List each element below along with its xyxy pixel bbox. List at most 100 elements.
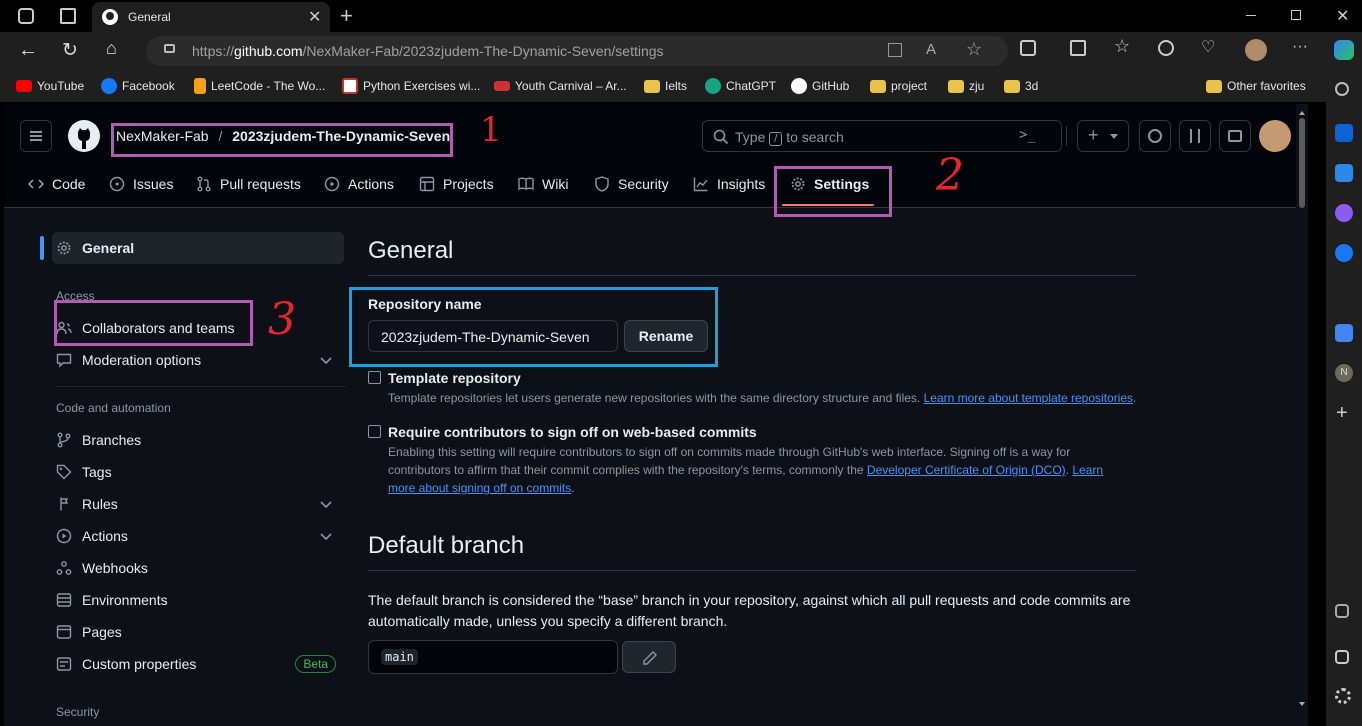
chevron-down-icon [320,501,332,509]
favorite-item[interactable]: zju [948,78,984,94]
scroll-up-icon[interactable] [1299,108,1305,115]
extensions-icon[interactable] [1020,40,1036,56]
dco-link[interactable]: Developer Certificate of Origin (DCO) [867,463,1066,477]
profile-n-icon[interactable]: N [1335,364,1353,382]
read-aloud-icon[interactable]: A [926,41,936,58]
tab-code[interactable]: Code [28,174,85,194]
minimize-icon[interactable] [1246,15,1256,16]
scroll-down-icon[interactable] [1299,702,1305,709]
settings-gear-icon[interactable] [1335,688,1351,704]
sidebar-item-environments[interactable]: Environments [52,584,344,616]
close-window-icon[interactable]: ✕ [1336,6,1349,26]
workspaces-icon[interactable] [18,8,34,24]
back-icon[interactable]: ← [18,39,38,62]
add-icon[interactable]: + [1336,402,1348,425]
favorite-label: GitHub [812,79,850,93]
tab-actions[interactable]: Actions [324,174,394,194]
favorite-item[interactable]: Youth Carnival – Ar... [494,78,627,94]
google-translate-icon[interactable] [1335,324,1353,342]
tab-pull-requests[interactable]: Pull requests [196,174,301,194]
outlook-icon[interactable] [1335,124,1353,142]
sidebar-item-rules[interactable]: Rules [52,488,344,520]
favorite-label: zju [969,79,985,93]
sidebar-item-tags[interactable]: Tags [52,456,344,488]
divider [56,386,346,387]
favorite-item[interactable]: GitHub [791,78,849,94]
address-bar[interactable]: https://github.com/NexMaker-Fab/2023zjud… [146,36,1008,66]
tab-security[interactable]: Security [594,174,669,194]
more-menu-icon[interactable]: ··· [1292,38,1308,56]
favorite-item[interactable]: Facebook [101,78,175,94]
sidebar-item-actions[interactable]: Actions [52,520,344,552]
issue-icon [1148,129,1162,143]
issues-button[interactable] [1139,120,1171,152]
tab-issues[interactable]: Issues [109,174,173,194]
messenger-icon[interactable] [1335,204,1353,222]
page-scrollbar[interactable] [1296,104,1308,726]
refresh-icon[interactable]: ↻ [62,39,78,62]
pull-requests-button[interactable] [1179,120,1211,152]
tab-actions-icon[interactable] [60,8,76,24]
github-icon [791,78,807,94]
favorite-item[interactable]: LeetCode - The Wo... [194,78,325,94]
template-repo-checkbox[interactable] [368,371,381,384]
scroll-thumb[interactable] [1299,118,1305,208]
search-icon[interactable] [1335,82,1349,96]
folder-icon [948,79,964,93]
url-prefix: https:// [192,43,235,59]
inbox-button[interactable] [1219,120,1251,152]
sidebar-item-pages[interactable]: Pages [52,616,344,648]
signoff-checkbox[interactable] [368,425,381,438]
github-logo-icon[interactable] [68,120,100,152]
tab-wiki[interactable]: Wiki [518,174,568,194]
favorite-item[interactable]: project [870,78,927,94]
sidebar-item-label: Branches [82,432,142,448]
search-placeholder: Type / to search [735,129,844,146]
favorite-item[interactable]: Python Exercises wi... [342,78,480,94]
favorites-icon[interactable]: ☆ [1114,36,1130,57]
tab-insights[interactable]: Insights [693,174,765,194]
new-tab-icon[interactable]: + [340,3,353,29]
other-favorites[interactable]: Other favorites [1206,78,1306,94]
sidebar-item-moderation[interactable]: Moderation options [52,344,344,376]
history-icon[interactable] [1158,40,1174,56]
favorite-item[interactable]: 3d [1004,78,1038,94]
home-icon[interactable]: ⌂ [106,38,117,59]
profile-avatar[interactable] [1245,39,1267,61]
edit-branch-button[interactable] [622,641,676,673]
favorite-item[interactable]: YouTube [16,78,84,94]
signoff-desc-line1: Enabling this setting will require contr… [388,445,1071,459]
favorite-star-icon[interactable]: ☆ [966,39,982,60]
signoff-learn-more-link[interactable]: more about signing off on commits [388,481,571,495]
split-screen-icon[interactable] [1070,40,1086,56]
browser-tab[interactable]: General ✕ [92,2,330,32]
facebook-icon[interactable] [1335,244,1353,262]
sidebar-item-branches[interactable]: Branches [52,424,344,456]
sidebar-item-general[interactable]: General [52,232,344,264]
copilot-icon[interactable] [1334,40,1354,60]
favorite-label: Youth Carnival – Ar... [515,79,627,93]
create-new-button[interactable]: + [1077,120,1129,152]
hide-sidebar-icon[interactable] [1335,604,1349,618]
sidebar-item-custom-properties[interactable]: Custom properties Beta [52,648,344,680]
favorite-item[interactable]: ChatGPT [705,78,776,94]
performance-icon[interactable]: ♡ [1201,37,1215,57]
annotation-box-collaborators [54,300,253,346]
annotation-box-breadcrumb [111,123,453,157]
signoff-learn-link[interactable]: Learn [1072,463,1103,477]
send-icon[interactable] [1335,164,1353,182]
sidebar-item-webhooks[interactable]: Webhooks [52,552,344,584]
user-avatar[interactable] [1259,120,1291,152]
github-favicon-icon [102,9,118,25]
command-palette-icon[interactable]: >_ [1019,127,1036,143]
search-input[interactable]: Type / to search >_ [702,120,1062,152]
app-available-icon[interactable] [888,43,902,57]
template-learn-more-link[interactable]: Learn more about template repositories [924,391,1133,405]
signoff-desc-line2: contributors to affirm that their commit… [388,461,1128,479]
sidebar-layout-icon[interactable] [1335,650,1349,664]
menu-button[interactable] [20,120,52,152]
restore-icon[interactable] [1291,10,1301,20]
close-tab-icon[interactable]: ✕ [308,7,321,27]
favorite-item[interactable]: Ielts [644,78,687,94]
tab-projects[interactable]: Projects [419,174,494,194]
